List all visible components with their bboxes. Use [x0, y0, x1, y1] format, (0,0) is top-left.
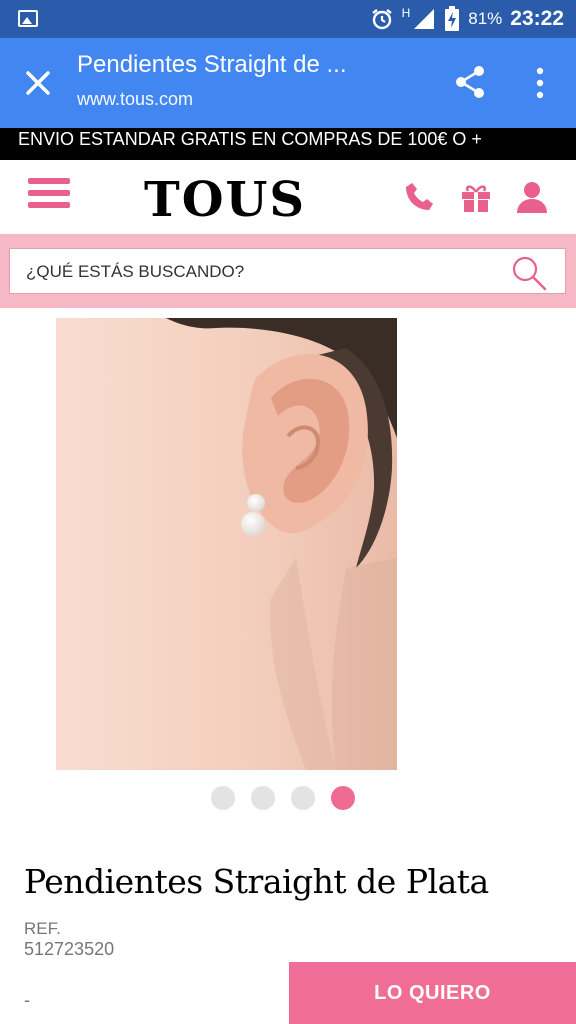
status-bar: H 81% 23:22	[0, 0, 576, 38]
logo[interactable]: TOUS	[144, 172, 306, 228]
share-icon[interactable]	[452, 64, 488, 100]
search-icon[interactable]	[511, 255, 547, 291]
carousel-dot[interactable]	[291, 786, 315, 810]
buy-button[interactable]: LO QUIERO	[289, 962, 576, 1024]
search-placeholder: ¿QUÉ ESTÁS BUSCANDO?	[26, 262, 245, 281]
hamburger-bar	[28, 190, 70, 196]
browser-toolbar: Pendientes Straight de ... www.tous.com	[0, 38, 576, 128]
product-image[interactable]	[56, 318, 397, 770]
page-url: www.tous.com	[77, 89, 194, 109]
price: -	[24, 990, 30, 1010]
hamburger-bar	[28, 178, 70, 184]
image-notification-icon	[18, 10, 38, 27]
hamburger-bar	[28, 202, 70, 208]
battery-percent: 81%	[468, 9, 503, 28]
overflow-menu-icon[interactable]	[530, 66, 550, 100]
reference-value: 512723520	[24, 939, 115, 959]
image-carousel-dots	[211, 786, 355, 810]
carousel-dot[interactable]	[251, 786, 275, 810]
site-header: TOUS	[0, 160, 576, 234]
search-input[interactable]: ¿QUÉ ESTÁS BUSCANDO?	[9, 248, 566, 294]
signal-icon	[414, 9, 435, 29]
page-title: Pendientes Straight de ...	[77, 51, 347, 78]
clock: 23:22	[510, 7, 564, 30]
user-account-icon[interactable]	[515, 180, 549, 214]
carousel-dot-active[interactable]	[331, 786, 355, 810]
network-type-label: H	[401, 6, 411, 20]
reference-label: REF.	[24, 919, 61, 938]
menu-button[interactable]	[28, 178, 70, 218]
search-bar-container: ¿QUÉ ESTÁS BUSCANDO?	[0, 234, 576, 308]
promo-banner[interactable]: ENVIO ESTANDAR GRATIS EN COMPRAS DE 100€…	[0, 128, 576, 160]
battery-charging-icon	[445, 6, 460, 31]
product-title: Pendientes Straight de Plata	[24, 862, 489, 901]
gift-icon[interactable]	[459, 180, 493, 214]
carousel-dot[interactable]	[211, 786, 235, 810]
phone-icon[interactable]	[402, 180, 436, 214]
alarm-icon	[371, 9, 392, 30]
close-icon[interactable]	[20, 65, 56, 101]
